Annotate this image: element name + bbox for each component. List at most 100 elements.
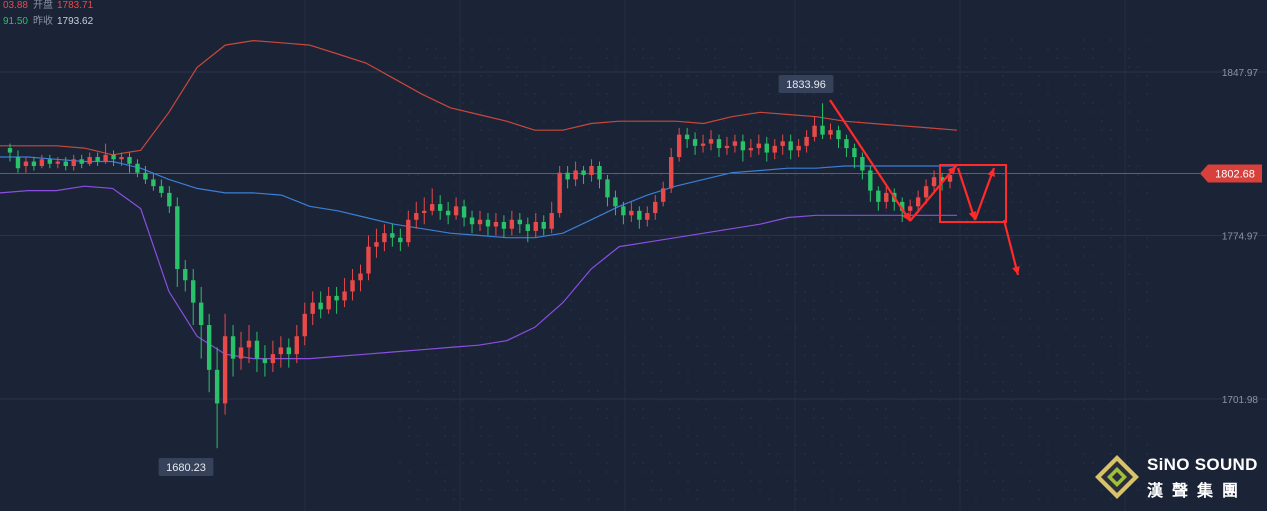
candle-body: [214, 369, 220, 404]
candle-body: [55, 161, 60, 164]
candle-body: [525, 224, 530, 231]
candle-body: [517, 219, 523, 225]
candle-body: [844, 139, 849, 149]
candle-body: [87, 157, 92, 164]
candle-body: [406, 219, 411, 243]
candle-body: [39, 159, 45, 167]
candle-body: [270, 354, 276, 364]
candle-body: [350, 280, 355, 292]
candle-body: [334, 295, 339, 301]
header-prev-close-value: 91.50: [2, 16, 28, 27]
candle-body: [852, 148, 857, 158]
candle-body: [119, 157, 124, 160]
candle-body: [143, 172, 148, 180]
candle-body: [198, 302, 204, 326]
candle-body: [366, 246, 371, 274]
candle-body: [286, 347, 292, 355]
candle-body: [230, 336, 236, 359]
candle-body: [653, 201, 658, 214]
candle-body: [597, 166, 602, 180]
annotation-arrow-down-1: [829, 99, 911, 222]
candle-body: [676, 134, 682, 158]
candle-body: [382, 233, 387, 243]
y-tick-label: 1774.97: [1222, 232, 1259, 243]
candle-body: [79, 159, 84, 164]
candle-body: [684, 134, 690, 140]
candle-body: [748, 148, 754, 151]
candle-body: [621, 206, 626, 216]
candle-body: [756, 143, 762, 149]
candle-body: [605, 179, 610, 198]
candle-body: [15, 157, 21, 169]
candle-body: [135, 163, 140, 173]
candle-body: [501, 222, 507, 229]
candle-body: [915, 197, 921, 207]
candle-body: [860, 157, 865, 171]
candle-body: [278, 347, 284, 355]
y-tick-label: 1847.97: [1222, 68, 1259, 79]
candle-body: [390, 233, 395, 238]
candle-body: [780, 141, 785, 146]
candle-body: [422, 210, 427, 214]
candle-body: [23, 161, 29, 167]
candle-body: [589, 166, 594, 175]
candle-body: [804, 136, 809, 146]
candle-body: [740, 141, 746, 151]
candle-body: [724, 145, 730, 149]
candle-body: [692, 139, 698, 146]
candle-body: [533, 222, 538, 231]
candle-body: [151, 179, 156, 187]
candle-body: [437, 204, 443, 211]
candle-body: [47, 159, 53, 164]
candle-body: [374, 242, 379, 247]
candle-body: [868, 170, 873, 191]
candle-body: [493, 222, 499, 227]
candle-body: [764, 143, 769, 153]
candle-body: [637, 210, 642, 220]
candle-body: [509, 219, 515, 229]
candle-body: [63, 161, 68, 167]
annotation-arrow-down-2: [956, 167, 977, 221]
candle-body: [31, 161, 37, 167]
candle-body: [772, 145, 777, 153]
brand-name: SiNO SOUND: [1147, 455, 1258, 474]
candle-body: [796, 145, 801, 151]
candle-body: [931, 177, 937, 187]
candle-body: [445, 210, 451, 216]
candle-body: [469, 217, 475, 225]
candle-body: [183, 269, 188, 281]
candle-body: [700, 143, 706, 146]
candle-body: [485, 219, 491, 227]
header-open-row: 03.88 开盘 1783.71: [0, 0, 93, 11]
candle-body: [461, 206, 467, 218]
candle-body: [254, 340, 260, 359]
candle-body: [549, 213, 554, 229]
candle-body: [788, 141, 793, 151]
candle-body: [828, 130, 833, 135]
candle-body: [302, 313, 307, 337]
candle-body: [876, 190, 881, 202]
header-open-value: 03.88: [2, 0, 28, 11]
candle-body: [222, 336, 228, 404]
candle-body: [581, 170, 586, 175]
header-open-label: 开盘: [33, 0, 53, 11]
header-prev-close-row: 91.50 昨收 1793.62: [0, 12, 93, 27]
candle-body: [557, 172, 562, 214]
candle-body: [732, 141, 738, 146]
candle-body: [7, 148, 13, 153]
current-price-label: 1802.68: [1215, 168, 1255, 180]
candle-body: [907, 206, 913, 211]
candle-body: [318, 302, 323, 310]
middle-band-line: [0, 156, 957, 239]
candle-body: [884, 192, 889, 202]
candle-body: [294, 336, 299, 355]
candle-body: [238, 347, 244, 359]
header-prev-close-price: 1793.62: [57, 16, 94, 27]
background-dot-texture: [399, 39, 1148, 500]
sino-sound-logo: SiNO SOUND 漢聲集團: [1091, 451, 1261, 503]
candle-body: [477, 219, 483, 225]
candle-body: [613, 197, 618, 207]
candle-body: [812, 125, 817, 137]
candle-body: [262, 358, 268, 364]
candlestick-chart: 1833.96 1680.23 1847.97 1774.97 1701.98 1802.…: [0, 0, 1267, 511]
